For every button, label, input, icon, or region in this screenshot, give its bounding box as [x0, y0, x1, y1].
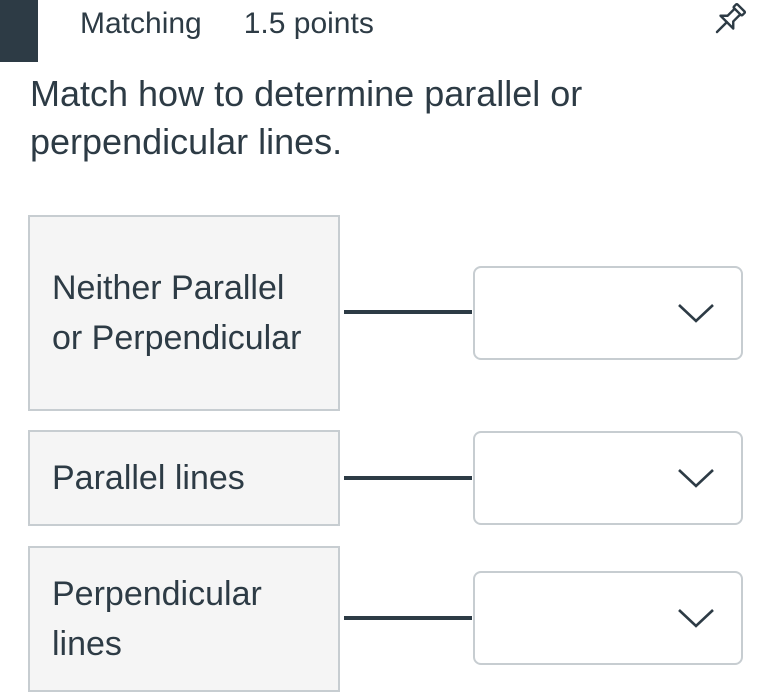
question-header: Matching 1.5 points	[80, 4, 374, 44]
connector-line	[344, 310, 472, 314]
match-row: Perpendicular lines	[28, 546, 744, 692]
question-flag-bar[interactable]	[0, 0, 38, 62]
match-row: Neither Parallel or Perpendicular	[28, 215, 744, 411]
question-type: Matching	[80, 7, 202, 40]
chevron-down-icon	[678, 469, 714, 488]
match-row: Parallel lines	[28, 430, 744, 526]
connector-line	[344, 616, 472, 620]
match-select[interactable]	[473, 266, 743, 360]
answer-label: Perpendicular lines	[28, 546, 340, 692]
quiz-question: Matching 1.5 points Match how to determi…	[0, 0, 758, 699]
match-select[interactable]	[473, 571, 743, 665]
chevron-down-icon	[678, 304, 714, 323]
question-points: 1.5 points	[243, 7, 374, 40]
match-select[interactable]	[473, 431, 743, 525]
answer-label: Parallel lines	[28, 430, 340, 526]
connector-line	[344, 476, 472, 480]
answer-label: Neither Parallel or Perpendicular	[28, 215, 340, 411]
question-prompt: Match how to determine parallel or perpe…	[30, 73, 583, 162]
chevron-down-icon	[678, 609, 714, 628]
pin-icon[interactable]	[706, 0, 752, 40]
